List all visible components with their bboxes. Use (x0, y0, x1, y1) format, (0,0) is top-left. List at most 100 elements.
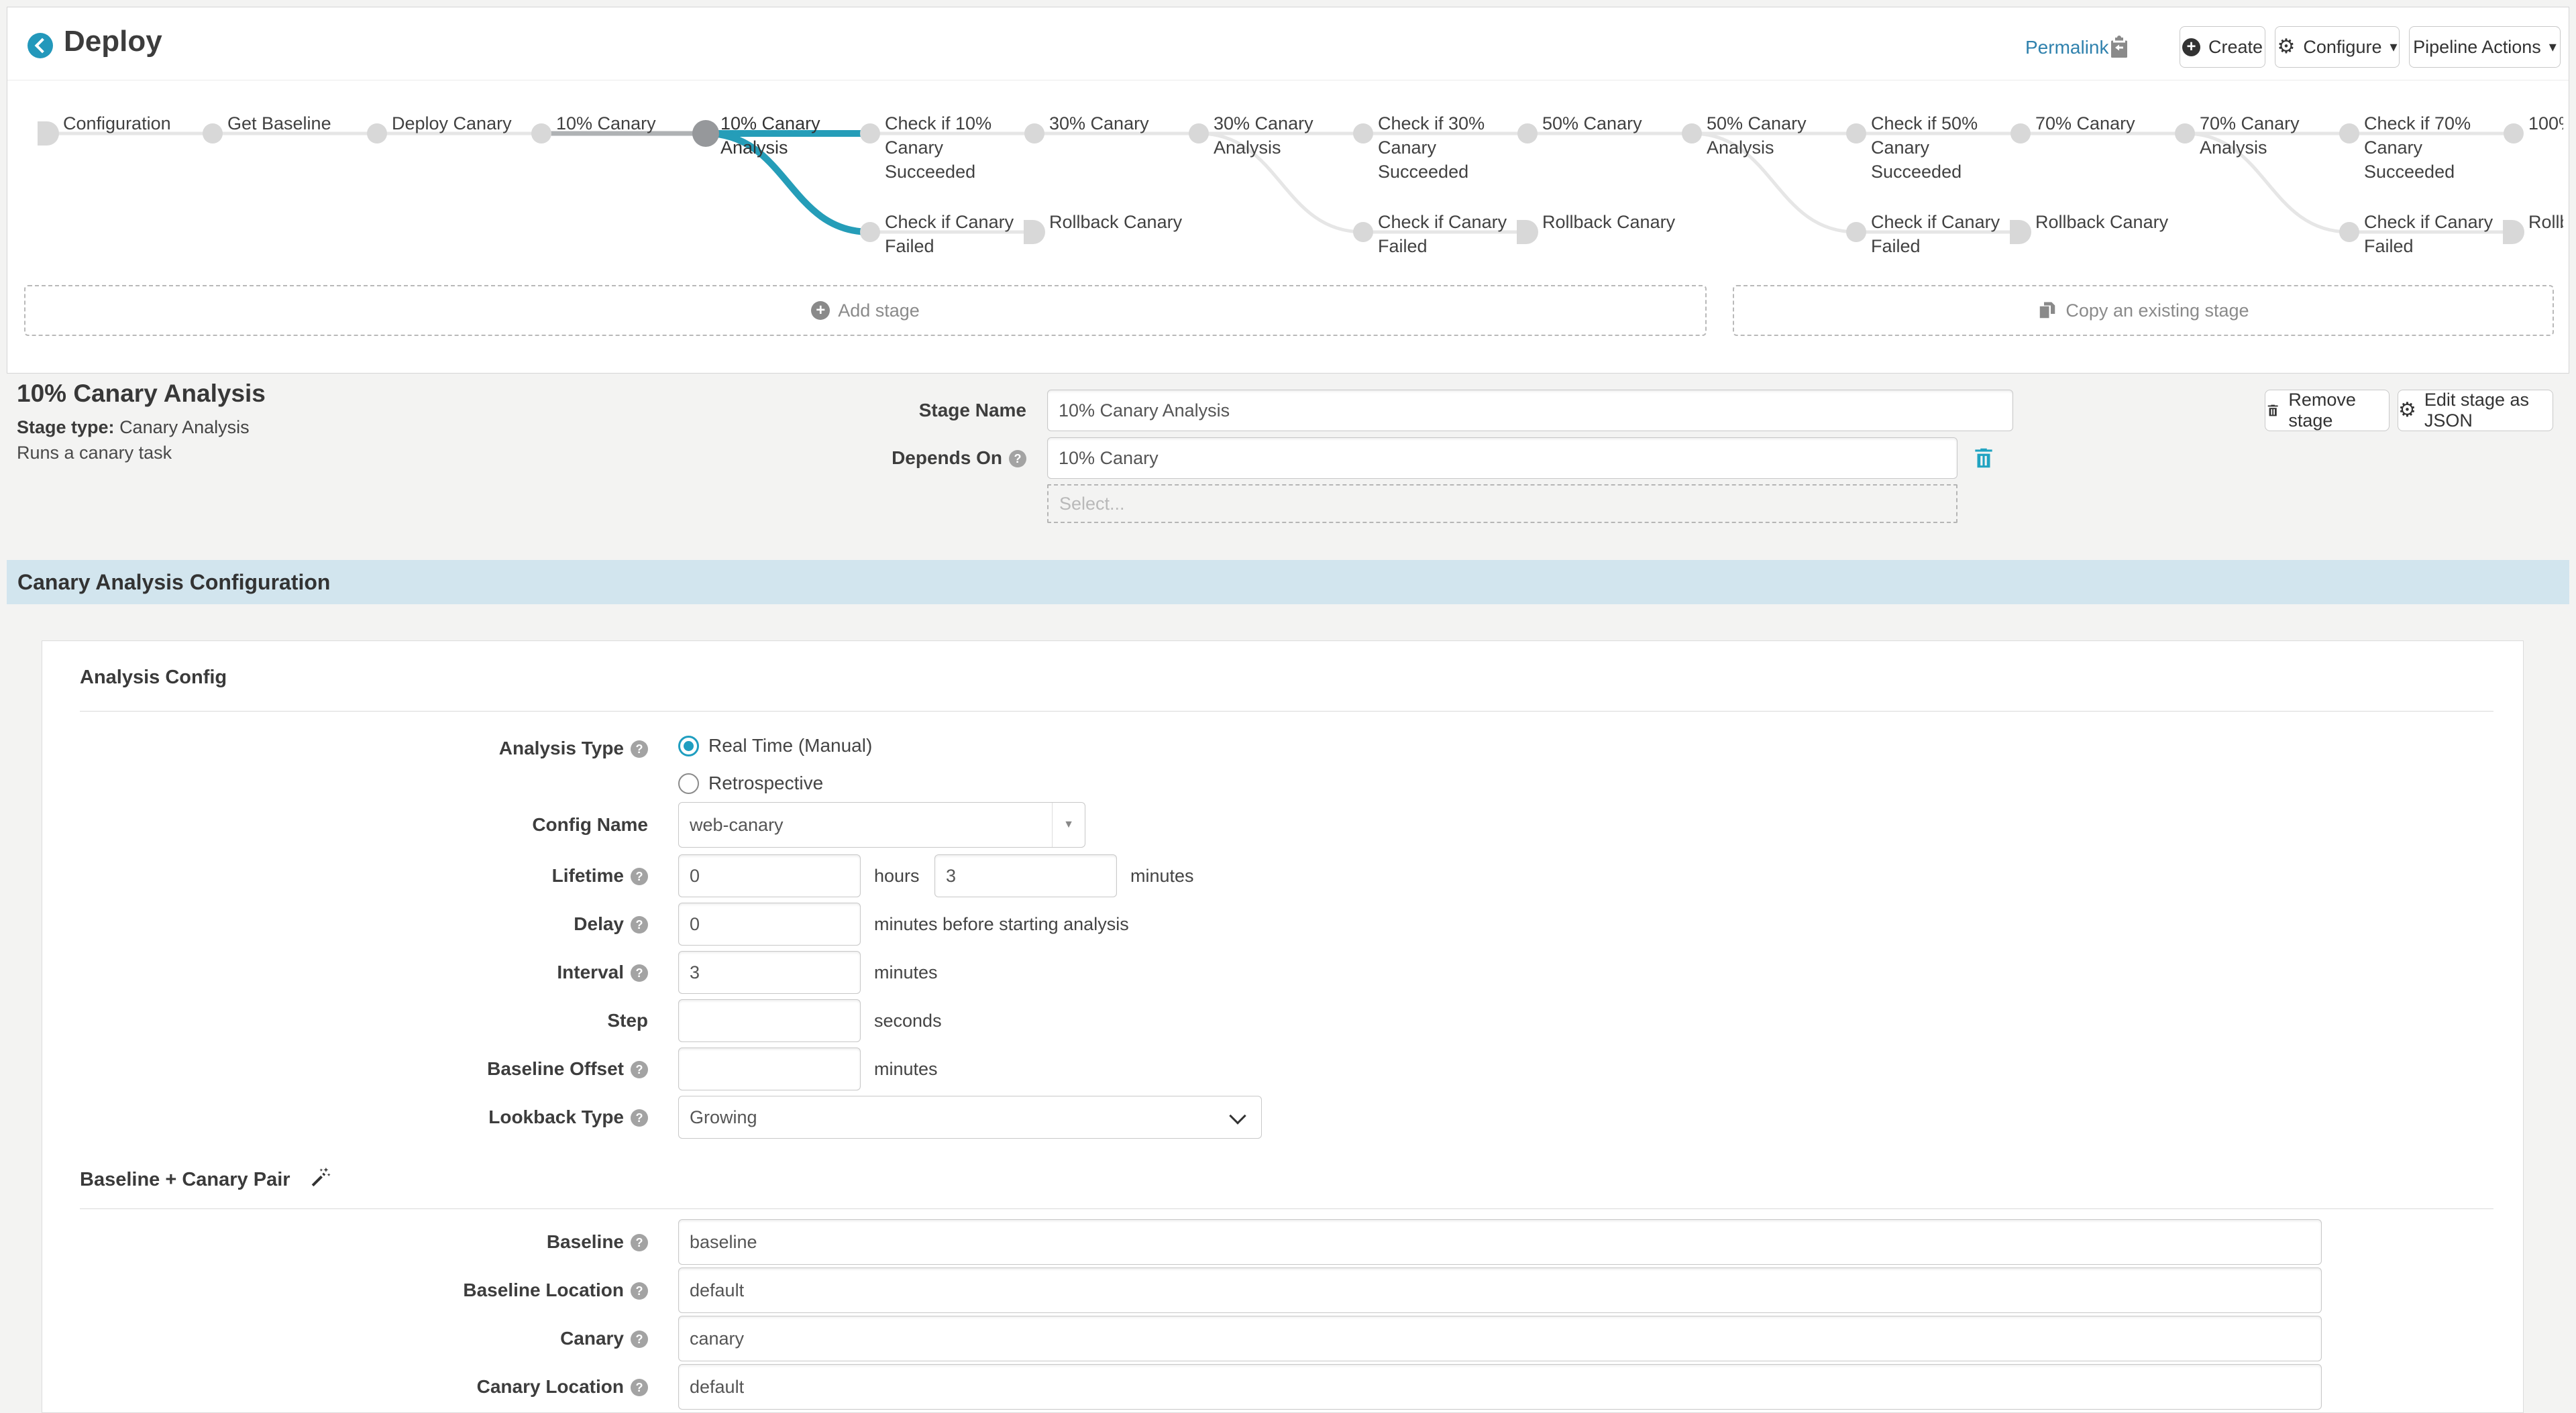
pipeline-node-f50[interactable] (1846, 222, 1866, 242)
magic-wand-icon[interactable] (308, 1166, 331, 1188)
analysis-type-radio-retrospective[interactable]: Retrospective (678, 773, 823, 794)
stage-description: Runs a canary task (17, 443, 172, 463)
depends-on-input[interactable] (1047, 437, 1957, 479)
edit-stage-as-json-button[interactable]: ⚙ Edit stage as JSON (2398, 390, 2553, 431)
pipeline-node-c30[interactable] (1024, 123, 1044, 144)
pipeline-node-label-f30[interactable]: Check if Canary Failed (1378, 210, 1515, 258)
lifetime-hours-input[interactable] (678, 854, 861, 897)
depends-on-select[interactable]: Select... (1047, 484, 1957, 523)
help-icon[interactable]: ? (1009, 450, 1026, 467)
pipeline-node-label-ca50[interactable]: 50% Canary Analysis (1707, 111, 1844, 160)
section-title: Canary Analysis Configuration (17, 560, 330, 604)
step-input[interactable] (678, 999, 861, 1042)
pipeline-node-chk30[interactable] (1353, 123, 1373, 144)
radio-icon[interactable] (678, 736, 699, 756)
step-label: Step (42, 999, 648, 1042)
pipeline-node-f70[interactable] (2339, 222, 2359, 242)
pipeline-node-chk10[interactable] (860, 123, 880, 144)
pipeline-node-label-f70[interactable]: Check if Canary Failed (2364, 210, 2502, 258)
pipeline-node-ca30[interactable] (1189, 123, 1209, 144)
help-icon[interactable]: ? (631, 1061, 648, 1078)
help-icon[interactable]: ? (631, 916, 648, 934)
pipeline-node-f30[interactable] (1353, 222, 1373, 242)
canary-label: Canary (560, 1328, 624, 1349)
help-icon[interactable]: ? (631, 1234, 648, 1251)
lookback-type-select[interactable]: Growing (678, 1096, 1262, 1139)
radio-icon[interactable] (678, 773, 699, 794)
page-title: Deploy (64, 25, 162, 58)
interval-input[interactable] (678, 951, 861, 994)
pipeline-node-label-c70[interactable]: 70% Canary (2035, 111, 2173, 135)
remove-stage-label: Remove stage (2288, 390, 2389, 431)
help-icon[interactable]: ? (631, 964, 648, 982)
pipeline-node-label-deploy[interactable]: Deploy Canary (392, 111, 529, 135)
pipeline-node-label-ca30[interactable]: 30% Canary Analysis (1214, 111, 1351, 160)
add-stage-button[interactable]: + Add stage (24, 285, 1707, 336)
pipeline-node-chk70[interactable] (2339, 123, 2359, 144)
delay-input[interactable] (678, 903, 861, 946)
trash-icon (2265, 401, 2280, 420)
pipeline-node-label-c10[interactable]: 10% Canary (556, 111, 694, 135)
pipeline-node-label-r50[interactable]: Rollback Canary (2035, 210, 2173, 234)
remove-stage-button[interactable]: Remove stage (2265, 390, 2390, 431)
pipeline-node-label-baseline[interactable]: Get Baseline (227, 111, 365, 135)
pipeline-node-label-ca70[interactable]: 70% Canary Analysis (2200, 111, 2337, 160)
help-icon[interactable]: ? (631, 1379, 648, 1396)
pipeline-node-c10[interactable] (531, 123, 551, 144)
canary-location-input[interactable] (678, 1364, 2322, 1410)
dropdown-arrow-icon: ▼ (1052, 803, 1085, 847)
pipeline-node-label-chk30[interactable]: Check if 30% Canary Succeeded (1378, 111, 1515, 184)
pipeline-node-f10[interactable] (860, 222, 880, 242)
pipeline-node-label-f10[interactable]: Check if Canary Failed (885, 210, 1022, 258)
pipeline-node-baseline[interactable] (203, 123, 223, 144)
analysis-type-radio-realtime[interactable]: Real Time (Manual) (678, 735, 872, 756)
canary-config-card: Analysis Config Analysis Type? Config Na… (42, 640, 2524, 1413)
help-icon[interactable]: ? (631, 1109, 648, 1127)
pipeline-node-deploy[interactable] (367, 123, 387, 144)
lifetime-minutes-input[interactable] (934, 854, 1117, 897)
pipeline-node-label-chk70[interactable]: Check if 70% Canary Succeeded (2364, 111, 2502, 184)
pipeline-node-label-cfg[interactable]: Configuration (63, 111, 201, 135)
pipeline-node-label-f50[interactable]: Check if Canary Failed (1871, 210, 2008, 258)
pipeline-node-c70[interactable] (2010, 123, 2031, 144)
back-arrow-icon[interactable] (28, 33, 53, 58)
pipeline-node-label-c30[interactable]: 30% Canary (1049, 111, 1187, 135)
pipeline-node-label-r70[interactable]: Rollback Canary (2528, 210, 2563, 234)
permalink-link[interactable]: Permalink (2025, 37, 2108, 58)
pipeline-node-label-c50[interactable]: 50% Canary (1542, 111, 1680, 135)
clipboard-copy-icon[interactable] (2107, 33, 2131, 62)
remove-dependency-trash-icon[interactable] (1971, 445, 1996, 471)
help-icon[interactable]: ? (631, 1331, 648, 1348)
copy-stage-label: Copy an existing stage (2065, 300, 2249, 321)
help-icon[interactable]: ? (631, 868, 648, 885)
pipeline-node-ca70[interactable] (2175, 123, 2195, 144)
create-button-label: Create (2208, 37, 2263, 58)
pipeline-actions-button[interactable]: Pipeline Actions ▾ (2409, 26, 2561, 68)
pipeline-node-ca10[interactable] (692, 120, 719, 147)
help-icon[interactable]: ? (631, 740, 648, 758)
canary-input[interactable] (678, 1316, 2322, 1361)
copy-existing-stage-button[interactable]: Copy an existing stage (1733, 285, 2554, 336)
baseline-input[interactable] (678, 1219, 2322, 1265)
pipeline-node-label-chk10[interactable]: Check if 10% Canary Succeeded (885, 111, 1022, 184)
gear-icon: ⚙ (2398, 400, 2416, 420)
stage-name-input[interactable] (1047, 390, 2013, 431)
pipeline-node-label-ca10[interactable]: 10% Canary Analysis (720, 111, 858, 160)
baseline-location-input[interactable] (678, 1267, 2322, 1313)
pipeline-node-label-chk50[interactable]: Check if 50% Canary Succeeded (1871, 111, 2008, 184)
help-icon[interactable]: ? (631, 1282, 648, 1300)
pipeline-node-chk50[interactable] (1846, 123, 1866, 144)
delay-label: Delay (574, 913, 624, 934)
pipeline-node-label-r10[interactable]: Rollback Canary (1049, 210, 1187, 234)
interval-label: Interval (557, 962, 624, 982)
pipeline-node-ca50[interactable] (1682, 123, 1702, 144)
pipeline-node-label-c100[interactable]: 100% Canary (2528, 111, 2563, 135)
configure-button[interactable]: ⚙ Configure ▾ (2275, 26, 2400, 68)
radio-label: Real Time (Manual) (708, 735, 872, 756)
pipeline-node-c100[interactable] (2504, 123, 2524, 144)
pipeline-node-label-r30[interactable]: Rollback Canary (1542, 210, 1680, 234)
baseline-offset-input[interactable] (678, 1048, 861, 1090)
config-name-select[interactable]: web-canary ▼ (678, 802, 1085, 848)
pipeline-node-c50[interactable] (1517, 123, 1538, 144)
create-button[interactable]: + Create (2180, 26, 2265, 68)
